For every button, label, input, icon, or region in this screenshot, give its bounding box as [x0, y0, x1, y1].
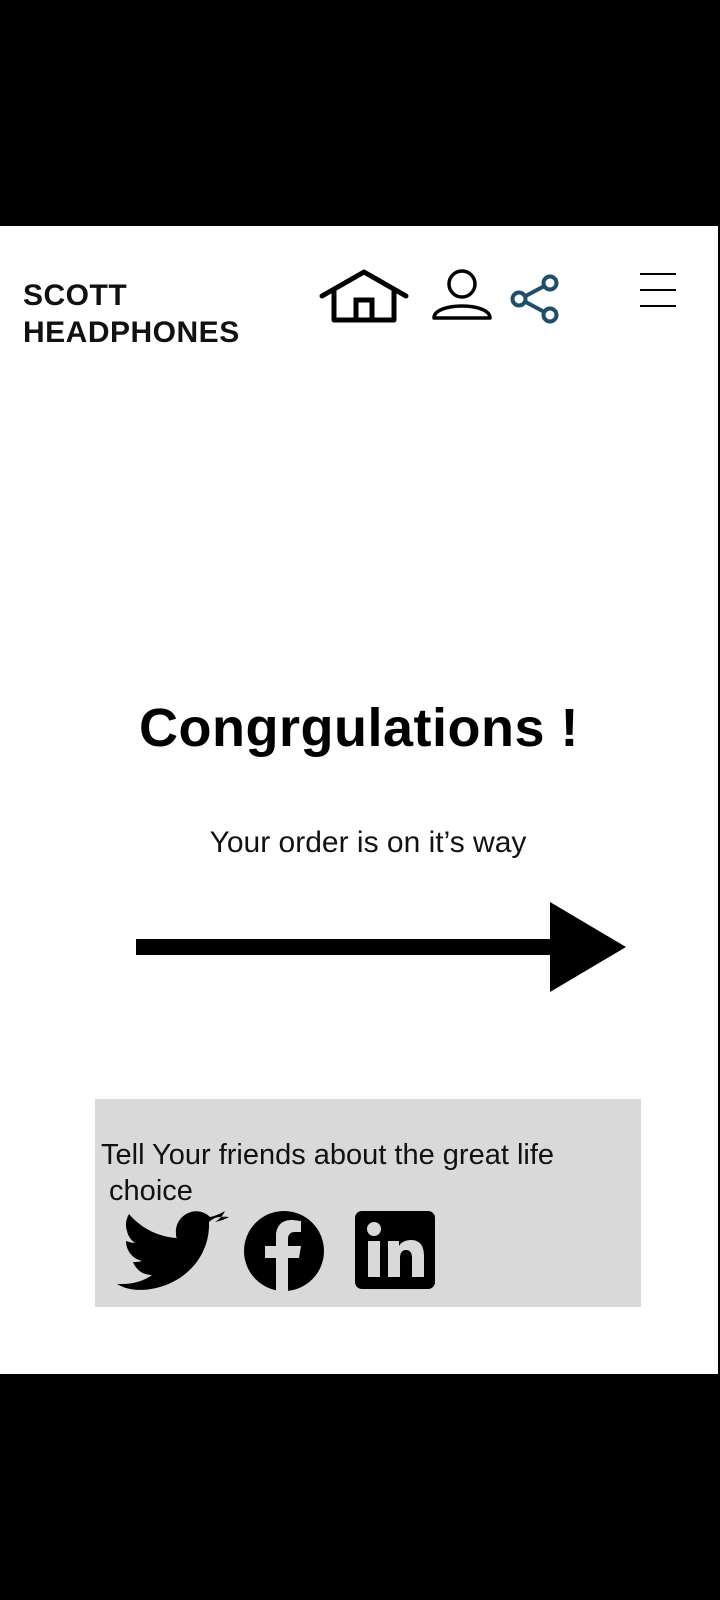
page-title: Congrgulations !: [139, 698, 579, 758]
linkedin-icon[interactable]: [355, 1211, 435, 1289]
brand-line-2: HEADPHONES: [23, 316, 240, 349]
brand-logo[interactable]: SCOTT HEADPHONES: [23, 277, 283, 351]
right-arrow-icon[interactable]: [136, 902, 626, 992]
facebook-icon[interactable]: [239, 1211, 329, 1291]
share-prompt-line-1: Tell Your friends about the great life: [101, 1139, 555, 1171]
share-panel: Tell Your friends about the great life c…: [95, 1099, 641, 1307]
share-prompt-line-2: choice: [101, 1175, 193, 1207]
home-icon[interactable]: [318, 268, 410, 324]
twitter-icon[interactable]: [117, 1211, 231, 1291]
app-screen: SCOTT HEADPHONES Congrgulations ! Your o…: [0, 226, 718, 1374]
order-status-text: Your order is on it’s way: [209, 826, 527, 859]
share-prompt: Tell Your friends about the great life c…: [101, 1137, 641, 1209]
user-icon[interactable]: [431, 268, 493, 322]
brand-line-1: SCOTT: [23, 279, 128, 312]
share-icon[interactable]: [508, 274, 564, 324]
hamburger-menu-icon[interactable]: [638, 272, 678, 308]
